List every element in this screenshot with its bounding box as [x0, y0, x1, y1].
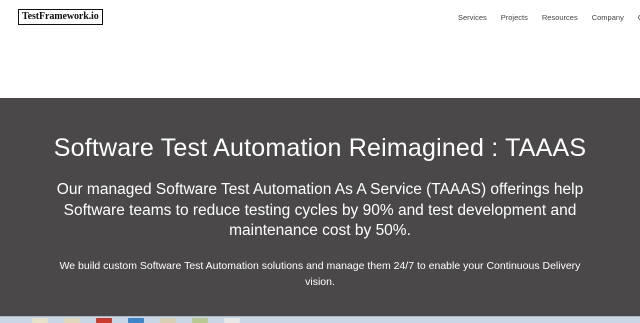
taskbar-app-icon[interactable]: [160, 318, 176, 323]
hero-lead-text: Our managed Software Test Automation As …: [56, 181, 584, 239]
taskbar-app-icon[interactable]: [224, 318, 240, 323]
site-logo[interactable]: TestFramework.io: [18, 9, 103, 25]
taskbar-app-icon[interactable]: [128, 318, 144, 323]
nav-link-projects[interactable]: Projects: [501, 13, 528, 22]
top-navbar: TestFramework.io Services Projects Resou…: [0, 0, 640, 98]
taskbar-app-icon[interactable]: [96, 318, 112, 323]
taskbar-app-icon[interactable]: [32, 318, 48, 323]
taskbar-app-icon[interactable]: [192, 318, 208, 323]
hero-section: Software Test Automation Reimagined : TA…: [0, 98, 640, 316]
hero-title: Software Test Automation Reimagined : TA…: [53, 134, 587, 162]
nav-link-services[interactable]: Services: [458, 13, 487, 22]
hero-sub-text: We build custom Software Test Automation…: [59, 260, 581, 288]
main-nav: Services Projects Resources Company C: [458, 13, 640, 22]
nav-link-company[interactable]: Company: [592, 13, 624, 22]
taskbar-app-icon[interactable]: [64, 318, 80, 323]
nav-link-resources[interactable]: Resources: [542, 13, 578, 22]
